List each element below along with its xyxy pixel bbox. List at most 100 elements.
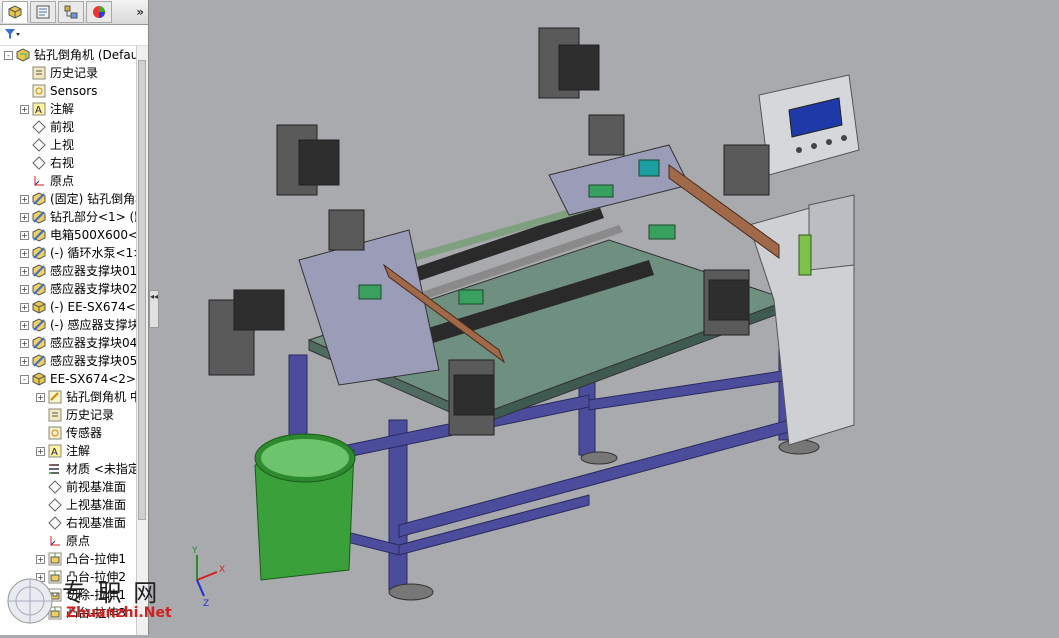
tree-item[interactable]: + (-) EE-SX674<1>	[0, 298, 136, 316]
sensor-icon	[48, 426, 62, 440]
plane-icon	[32, 156, 46, 170]
expand-toggle[interactable]: +	[20, 249, 29, 258]
tree-item-label: 感应器支撑块01<	[50, 264, 136, 278]
display-manager-tab[interactable]	[86, 1, 112, 23]
subassembly-icon	[32, 192, 46, 206]
expand-toggle[interactable]: +	[20, 303, 29, 312]
history-icon	[48, 408, 62, 422]
tree-item[interactable]: + 感应器支撑块01<	[0, 262, 136, 280]
tree-item-label: 感应器支撑块04<	[50, 336, 136, 350]
tree-item-label: 历史记录	[50, 66, 99, 80]
tree-item[interactable]: Sensors	[0, 82, 136, 100]
tree-item[interactable]: 右视基准面	[0, 514, 136, 532]
tree-item-label: (-) 循环水泵<1>	[50, 246, 136, 260]
more-tabs-button[interactable]: »	[136, 5, 144, 19]
tree-item-label: (-) 感应器支撑块0	[50, 318, 136, 332]
tree-item-label: 凸台-拉伸1	[66, 552, 126, 566]
tree-item-label: 注解	[66, 444, 91, 458]
tree-item[interactable]: + 感应器支撑块04<	[0, 334, 136, 352]
configuration-manager-tab[interactable]	[58, 1, 84, 23]
subassembly-icon	[32, 264, 46, 278]
tree-item[interactable]: 前视基准面	[0, 478, 136, 496]
tree-item[interactable]: + (固定) 钻孔倒角机	[0, 190, 136, 208]
tree-item-label: 原点	[50, 174, 75, 188]
plane-icon	[32, 120, 46, 134]
tree-item-label: (-) EE-SX674<1>	[50, 300, 136, 314]
collapse-toggle[interactable]: -	[4, 51, 13, 60]
tree-item-label: 前视基准面	[66, 480, 127, 494]
subassembly-icon	[32, 246, 46, 260]
plane-icon	[48, 480, 62, 494]
tree-scrollbar-thumb[interactable]	[138, 60, 146, 520]
boss-extrude-icon	[48, 552, 62, 566]
tree-item-label: 钻孔倒角机 (Default	[34, 48, 136, 62]
tree-item[interactable]: + 电箱500X600<1>	[0, 226, 136, 244]
expand-toggle[interactable]: +	[20, 213, 29, 222]
plane-icon	[48, 498, 62, 512]
expand-toggle[interactable]: +	[20, 267, 29, 276]
feature-manager-tab[interactable]	[2, 1, 28, 23]
expand-toggle[interactable]: +	[36, 555, 45, 564]
tree-item[interactable]: + A 注解	[0, 442, 136, 460]
tree-item[interactable]: + A 注解	[0, 100, 136, 118]
expand-toggle[interactable]: +	[20, 105, 29, 114]
expand-toggle[interactable]: +	[36, 447, 45, 456]
tree-item[interactable]: + 钻孔部分<1> (默	[0, 208, 136, 226]
tree-scrollbar[interactable]	[136, 46, 148, 635]
tree-item-label: 原点	[66, 534, 91, 548]
tree-item[interactable]: - EE-SX674<2> (默	[0, 370, 136, 388]
origin-icon	[50, 536, 60, 546]
tree-item[interactable]: + (-) 感应器支撑块0	[0, 316, 136, 334]
watermark-cn-text: 专 职 网	[62, 579, 160, 607]
tree-item[interactable]: + 凸台-拉伸1	[0, 550, 136, 568]
tree-item[interactable]: 原点	[0, 172, 136, 190]
tree-item-label: (固定) 钻孔倒角机	[50, 192, 136, 206]
control-post	[798, 234, 812, 276]
subassembly-icon	[32, 210, 46, 224]
part-icon	[32, 372, 46, 386]
tree-item-label: 感应器支撑块05<	[50, 354, 136, 368]
graphics-viewport[interactable]: Y X Z	[149, 0, 1059, 635]
cad-model-view: Y X Z	[191, 27, 860, 609]
tree-item[interactable]: + 感应器支撑块05<	[0, 352, 136, 370]
tree-item[interactable]: 上视	[0, 136, 136, 154]
tree-item[interactable]: 材质 <未指定	[0, 460, 136, 478]
expand-toggle[interactable]: +	[20, 321, 29, 330]
expand-toggle[interactable]: +	[20, 195, 29, 204]
tree-item[interactable]: 历史记录	[0, 406, 136, 424]
triad-x-label: X	[219, 565, 225, 575]
tree-item[interactable]: 右视	[0, 154, 136, 172]
property-manager-tab[interactable]	[30, 1, 56, 23]
tree-item-label: EE-SX674<2> (默	[50, 372, 136, 386]
expand-toggle[interactable]: +	[20, 339, 29, 348]
collapse-toggle[interactable]: -	[20, 375, 29, 384]
sensor-icon	[32, 84, 46, 98]
triad-z-label: Z	[203, 599, 209, 609]
tree-item[interactable]: + (-) 循环水泵<1>	[0, 244, 136, 262]
expand-toggle[interactable]: +	[20, 231, 29, 240]
tree-item[interactable]: - 钻孔倒角机 (Default	[0, 46, 136, 64]
tree-item[interactable]: 传感器	[0, 424, 136, 442]
tree-item[interactable]: 原点	[0, 532, 136, 550]
annotation-icon: A	[48, 444, 62, 458]
tree-item[interactable]: 上视基准面	[0, 496, 136, 514]
tree-item-label: 注解	[50, 102, 75, 116]
plane-icon	[32, 138, 46, 152]
expand-toggle[interactable]: +	[20, 285, 29, 294]
expand-toggle[interactable]: +	[20, 357, 29, 366]
tree-item[interactable]: 前视	[0, 118, 136, 136]
filter-icon[interactable]	[4, 28, 20, 43]
expand-toggle[interactable]: +	[36, 393, 45, 402]
control-box	[758, 74, 860, 176]
tree-item-label: 前视	[50, 120, 75, 134]
tree-item[interactable]: 历史记录	[0, 64, 136, 82]
origin-icon	[34, 176, 44, 186]
panel-tab-bar: »	[0, 0, 148, 25]
configuration-manager-icon	[64, 5, 78, 19]
subassembly-icon	[32, 318, 46, 332]
watermark-globe-icon	[7, 578, 53, 624]
material-icon	[49, 464, 59, 474]
tree-item[interactable]: + 感应器支撑块02<	[0, 280, 136, 298]
part-icon	[32, 300, 46, 314]
tree-item[interactable]: + 钻孔倒角机 中	[0, 388, 136, 406]
